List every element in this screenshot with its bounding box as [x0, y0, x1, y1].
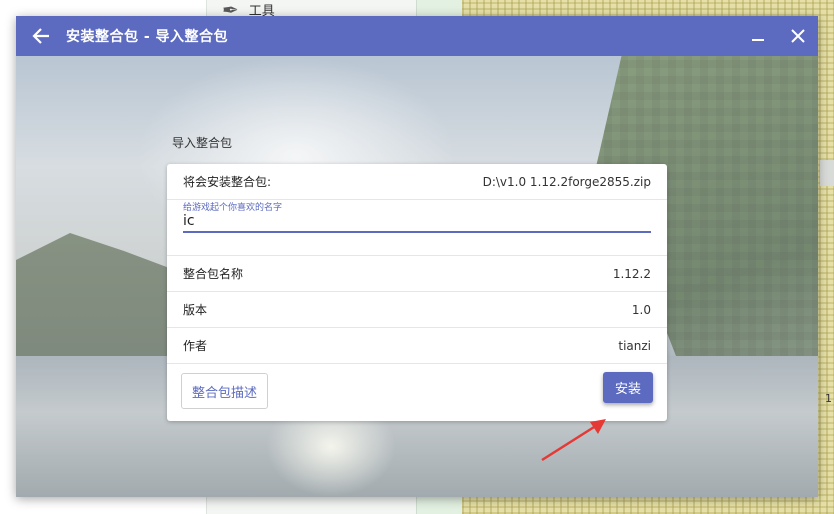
background-tab: [820, 160, 834, 186]
author-label: 作者: [183, 339, 208, 353]
minimize-button[interactable]: [738, 16, 778, 56]
game-name-field: 给游戏起个你喜欢的名字: [183, 200, 651, 242]
window-title: 安装整合包 - 导入整合包: [66, 29, 229, 45]
feather-icon: ✒: [222, 0, 239, 22]
back-button[interactable]: [16, 16, 66, 56]
file-path: D:\v1.0 1.12.2forge2855.zip: [482, 174, 651, 189]
version-row: 版本 1.0: [167, 292, 667, 328]
section-title: 导入整合包: [172, 136, 233, 150]
arrow-left-icon: [32, 28, 49, 44]
game-name-input[interactable]: [183, 211, 651, 233]
file-row: 将会安装整合包: D:\v1.0 1.12.2forge2855.zip: [167, 164, 667, 200]
file-label: 将会安装整合包:: [183, 175, 272, 189]
author-value: tianzi: [618, 338, 651, 353]
background-edge-number: 1: [825, 392, 832, 405]
title-bar: 安装整合包 - 导入整合包: [16, 16, 818, 56]
minimize-icon: [752, 39, 764, 41]
modpack-description-button[interactable]: 整合包描述: [181, 373, 269, 409]
version-label: 版本: [183, 303, 208, 317]
modpack-info-card: 将会安装整合包: D:\v1.0 1.12.2forge2855.zip 给游戏…: [167, 164, 667, 421]
author-row: 作者 tianzi: [167, 328, 667, 364]
close-icon: [791, 29, 805, 43]
version-value: 1.0: [631, 302, 651, 317]
annotation-arrow-icon: [541, 419, 606, 462]
close-button[interactable]: [778, 16, 818, 56]
install-button[interactable]: 安装: [602, 372, 653, 403]
install-modpack-window: 安装整合包 - 导入整合包 导入整合包 将会安装整合包: D:\v1.0 1.1…: [16, 16, 818, 497]
modpack-name-row: 整合包名称 1.12.2: [167, 256, 667, 292]
modpack-name-label: 整合包名称: [183, 267, 244, 281]
modpack-name-value: 1.12.2: [612, 266, 651, 281]
content-area: 导入整合包 将会安装整合包: D:\v1.0 1.12.2forge2855.z…: [16, 56, 818, 497]
